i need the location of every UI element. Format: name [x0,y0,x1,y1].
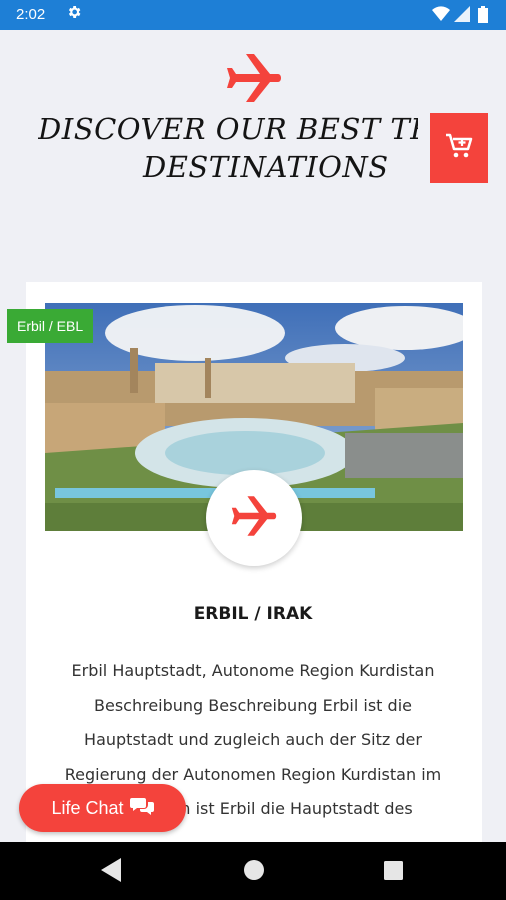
cart-plus-icon [445,133,473,163]
title-line-2: DESTINATIONS [143,150,389,184]
battery-icon [478,6,488,27]
status-bar: 2:02 [0,0,506,30]
destination-title: ERBIL / IRAK [193,604,313,624]
signal-icon [454,6,470,26]
status-time: 2:02 [16,6,46,23]
gear-icon [66,4,82,24]
home-icon[interactable] [244,860,264,884]
airplane-icon [228,493,280,543]
back-icon[interactable] [101,858,123,886]
chat-label: Life Chat [51,797,124,818]
title-line-1: DISCOVER OUR BEST TRA [38,112,418,146]
destination-badge: Erbil / EBL [7,309,94,343]
cart-button[interactable] [430,113,488,183]
wifi-icon [432,6,450,26]
airplane-icon [224,50,284,106]
recent-apps-icon[interactable] [384,861,403,884]
destination-plane-button[interactable] [206,470,302,566]
chat-bubbles-icon [129,796,154,821]
live-chat-button[interactable]: Life Chat [19,784,186,832]
